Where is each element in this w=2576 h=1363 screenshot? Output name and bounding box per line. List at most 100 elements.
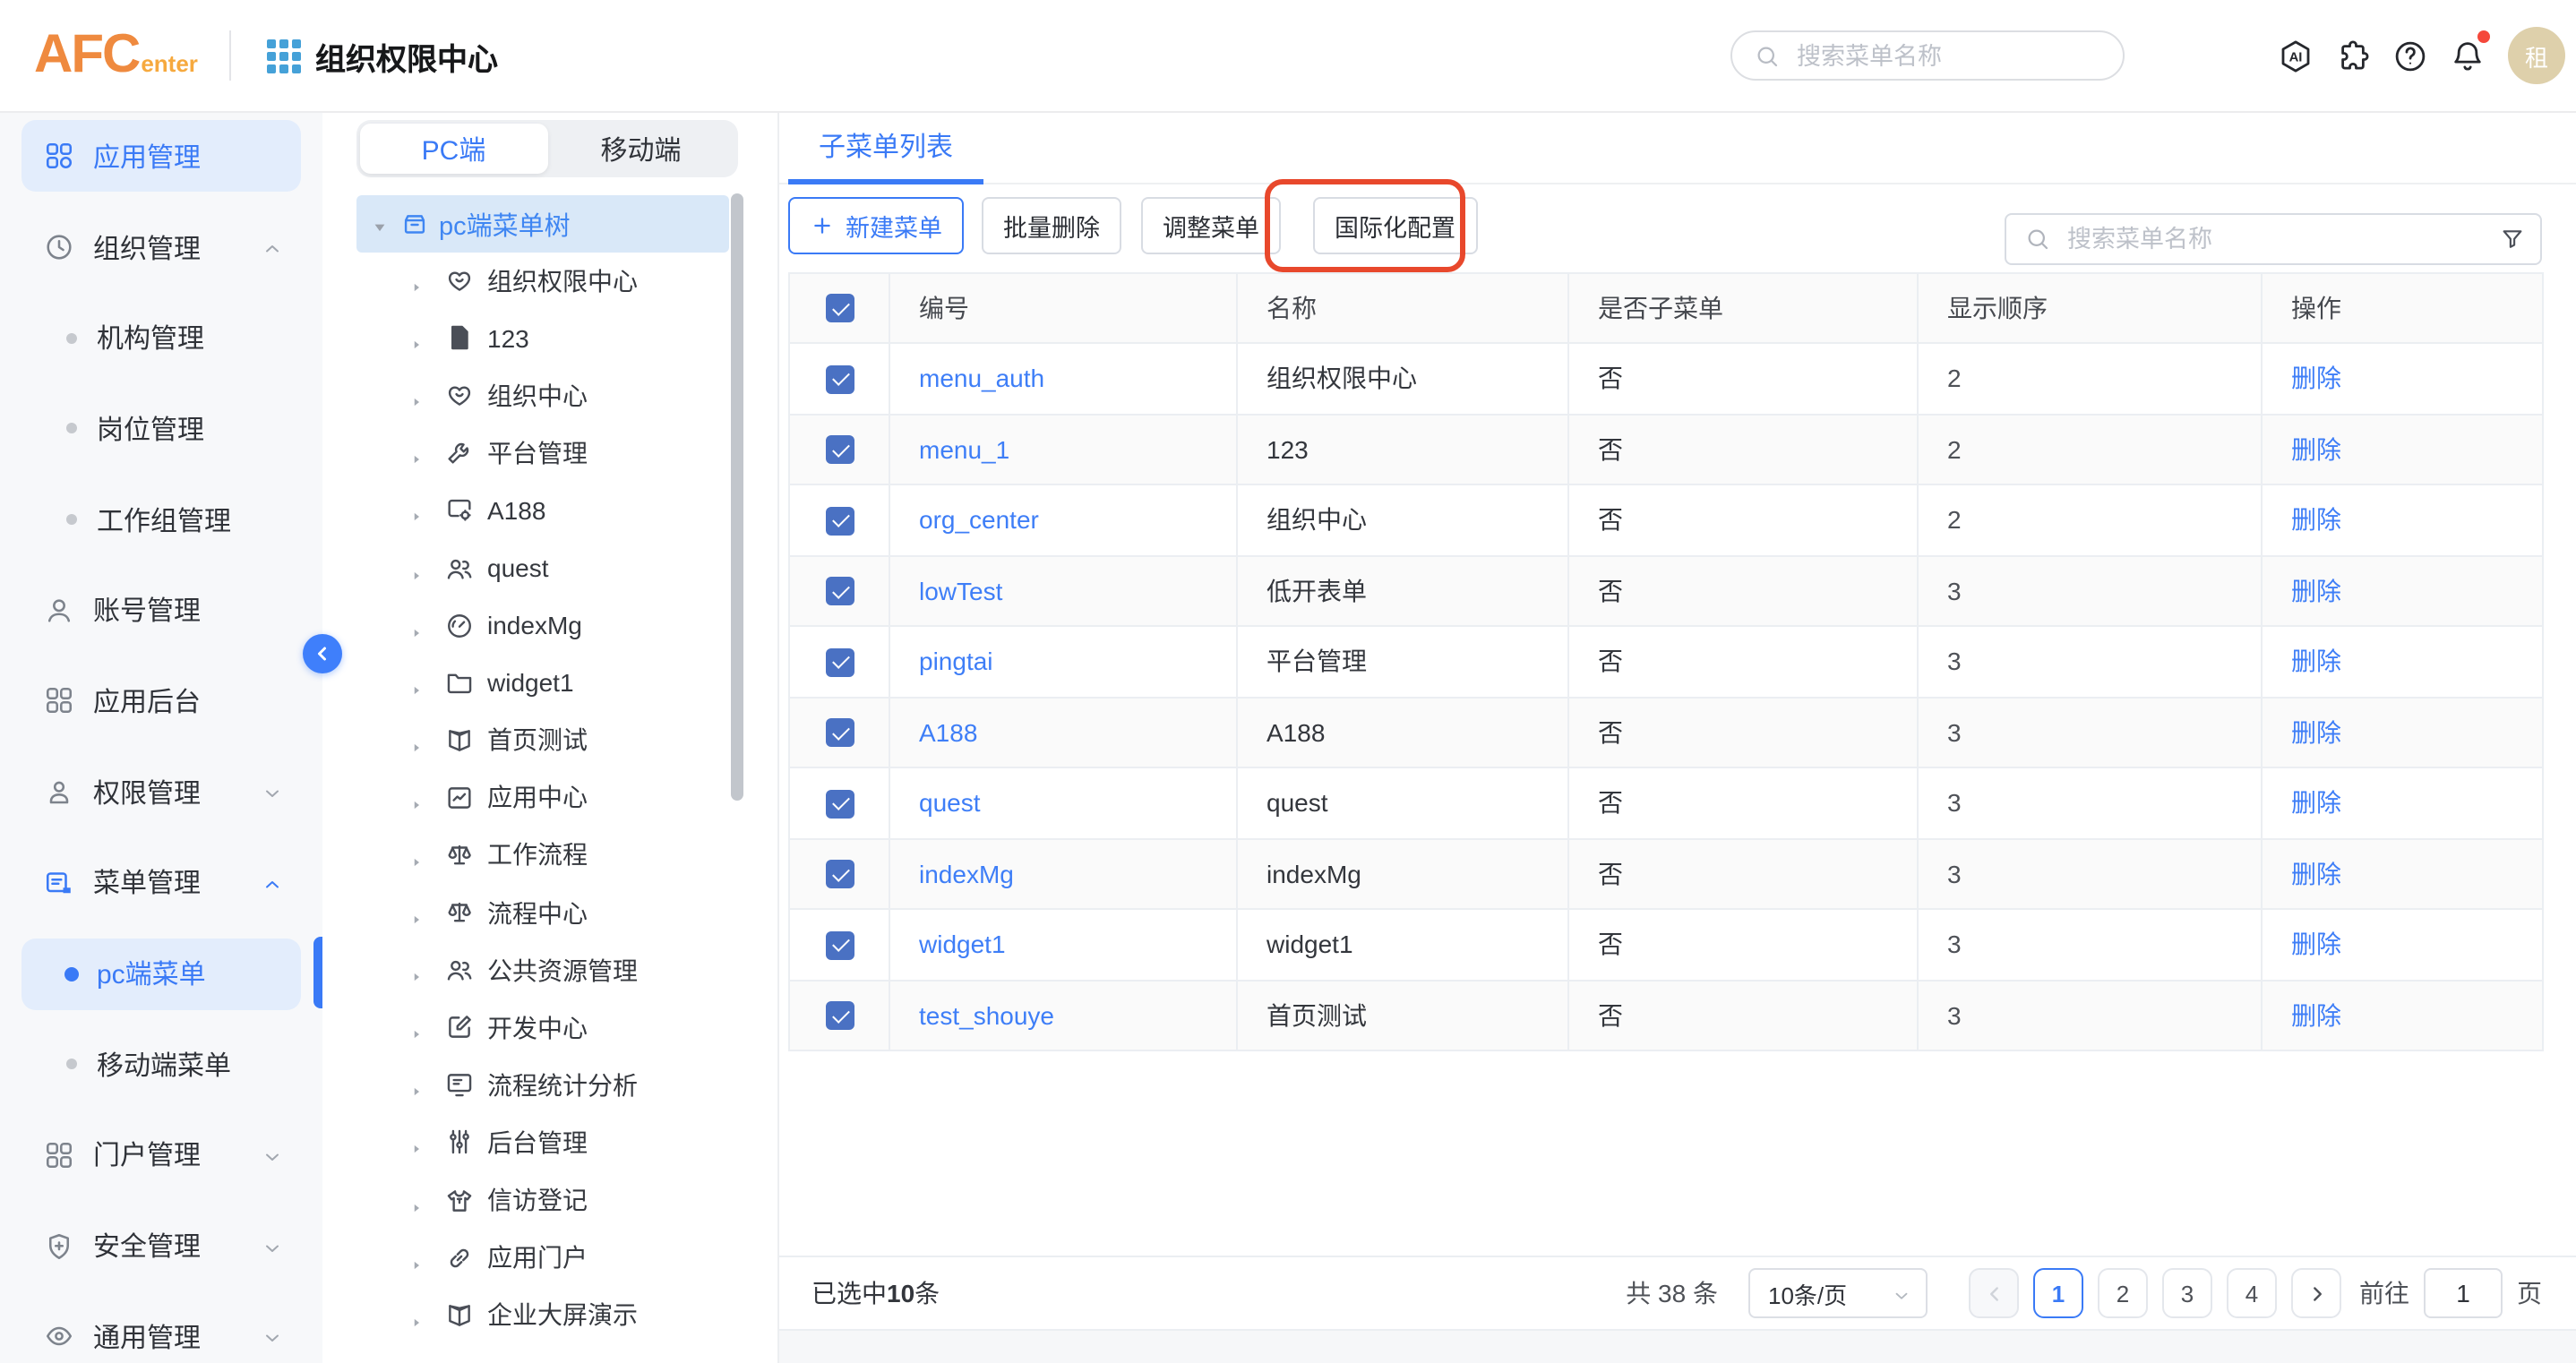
sidebar-item-安全管理[interactable]: 安全管理 [21, 1210, 301, 1282]
tree-item-流程中心[interactable]: 流程中心 [322, 884, 777, 941]
caret-down-icon[interactable] [371, 215, 389, 233]
page-button-4[interactable]: 4 [2227, 1268, 2277, 1318]
code-link[interactable]: A188 [919, 718, 977, 747]
delete-link[interactable]: 删除 [2291, 435, 2341, 464]
tree-item-工作流程[interactable]: 工作流程 [322, 827, 777, 884]
brand-logo[interactable]: AFC enter [34, 16, 198, 95]
delete-link[interactable]: 删除 [2291, 577, 2341, 605]
help-button[interactable] [2391, 37, 2429, 74]
avatar[interactable]: 租 [2508, 27, 2565, 84]
filter-funnel-icon[interactable] [2499, 226, 2526, 253]
tree-item-widget1[interactable]: widget1 [322, 654, 777, 711]
caret-right-icon[interactable] [408, 1249, 425, 1265]
tree-item-123[interactable]: 123 [322, 309, 777, 366]
row-checkbox[interactable] [825, 365, 854, 394]
tree-scrollbar[interactable] [731, 193, 743, 801]
row-checkbox[interactable] [825, 790, 854, 819]
global-search-input[interactable] [1793, 40, 2101, 71]
code-link[interactable]: indexMg [919, 860, 1014, 888]
tree-item-indexMg[interactable]: indexMg [322, 596, 777, 654]
delete-link[interactable]: 删除 [2291, 1001, 2341, 1030]
tree-item-信访登记[interactable]: 信访登记 [322, 1171, 777, 1229]
row-checkbox[interactable] [825, 578, 854, 606]
delete-link[interactable]: 删除 [2291, 364, 2341, 393]
toolbar-button-新建菜单[interactable]: 新建菜单 [788, 197, 964, 254]
chevron-up-icon[interactable] [262, 236, 283, 258]
tree-item-组织中心[interactable]: 组织中心 [322, 366, 777, 424]
caret-right-icon[interactable] [408, 1020, 425, 1036]
sidebar-item-权限管理[interactable]: 权限管理 [21, 756, 301, 827]
chevron-down-icon[interactable] [262, 1235, 283, 1256]
sidebar-collapse-button[interactable] [303, 634, 342, 673]
plugin-button[interactable] [2334, 37, 2372, 74]
code-link[interactable]: org_center [919, 506, 1039, 535]
row-checkbox[interactable] [825, 931, 854, 960]
tree-item-企业大屏演示[interactable]: 企业大屏演示 [322, 1286, 777, 1343]
caret-right-icon[interactable] [408, 790, 425, 806]
sidebar-item-pc端菜单[interactable]: pc端菜单 [21, 938, 301, 1009]
prev-page-button[interactable] [1969, 1268, 2019, 1318]
table-search[interactable] [2005, 213, 2542, 265]
row-checkbox[interactable] [825, 861, 854, 889]
tree-item-quest[interactable]: quest [322, 539, 777, 596]
select-all-checkbox[interactable] [825, 295, 854, 323]
code-link[interactable]: widget1 [919, 930, 1006, 959]
caret-right-icon[interactable] [408, 560, 425, 576]
caret-right-icon[interactable] [408, 1192, 425, 1208]
delete-link[interactable]: 删除 [2291, 860, 2341, 888]
tab-submenu-list[interactable]: 子菜单列表 [788, 111, 983, 184]
sidebar-item-应用后台[interactable]: 应用后台 [21, 665, 301, 737]
chevron-down-icon[interactable] [262, 1326, 283, 1348]
code-link[interactable]: lowTest [919, 577, 1002, 605]
tree-item-组织权限中心[interactable]: 组织权限中心 [322, 252, 777, 309]
platform-tab-PC端[interactable]: PC端 [360, 124, 547, 174]
sidebar-item-工作组管理[interactable]: 工作组管理 [21, 484, 301, 555]
tree-root-node[interactable]: pc端菜单树 [356, 195, 729, 253]
row-checkbox[interactable] [825, 719, 854, 748]
row-checkbox[interactable] [825, 436, 854, 465]
tree-item-流程统计分析[interactable]: 流程统计分析 [322, 1057, 777, 1114]
global-search[interactable] [1730, 30, 2125, 81]
ai-button[interactable]: AI [2277, 37, 2314, 74]
chevron-up-icon[interactable] [262, 872, 283, 894]
caret-right-icon[interactable] [408, 272, 425, 288]
tree-item-后台管理[interactable]: 后台管理 [322, 1114, 777, 1171]
sidebar-item-组织管理[interactable]: 组织管理 [21, 211, 301, 283]
table-search-input[interactable] [2064, 224, 2490, 254]
tree-item-首页测试[interactable]: 首页测试 [322, 712, 777, 769]
sidebar-item-菜单管理[interactable]: 菜单管理 [21, 847, 301, 919]
code-link[interactable]: quest [919, 789, 981, 818]
caret-right-icon[interactable] [408, 502, 425, 519]
chevron-down-icon[interactable] [262, 781, 283, 802]
sidebar-item-应用管理[interactable]: 应用管理 [21, 121, 301, 193]
code-link[interactable]: menu_auth [919, 364, 1044, 393]
caret-right-icon[interactable] [408, 387, 425, 403]
tree-item-平台管理[interactable]: 平台管理 [322, 424, 777, 482]
sidebar-item-门户管理[interactable]: 门户管理 [21, 1119, 301, 1191]
page-button-1[interactable]: 1 [2033, 1268, 2083, 1318]
tree-item-应用门户[interactable]: 应用门户 [322, 1229, 777, 1286]
tree-item-A188[interactable]: A188 [322, 482, 777, 539]
tree-item-公共资源管理[interactable]: 公共资源管理 [322, 941, 777, 999]
caret-right-icon[interactable] [408, 674, 425, 690]
toolbar-button-国际化配置[interactable]: 国际化配置 [1313, 197, 1477, 254]
code-link[interactable]: pingtai [919, 647, 993, 676]
delete-link[interactable]: 删除 [2291, 647, 2341, 676]
platform-tab-移动端[interactable]: 移动端 [547, 124, 734, 174]
tree-item-应用中心[interactable]: 应用中心 [322, 769, 777, 827]
row-checkbox[interactable] [825, 507, 854, 536]
delete-link[interactable]: 删除 [2291, 930, 2341, 959]
row-checkbox[interactable] [825, 1002, 854, 1031]
row-checkbox[interactable] [825, 648, 854, 677]
delete-link[interactable]: 删除 [2291, 506, 2341, 535]
code-link[interactable]: test_shouye [919, 1001, 1054, 1030]
caret-right-icon[interactable] [408, 962, 425, 978]
caret-right-icon[interactable] [408, 445, 425, 461]
sidebar-item-机构管理[interactable]: 机构管理 [21, 302, 301, 373]
caret-right-icon[interactable] [408, 617, 425, 633]
delete-link[interactable]: 删除 [2291, 718, 2341, 747]
sidebar-item-移动端菜单[interactable]: 移动端菜单 [21, 1028, 301, 1100]
tree-item-开发中心[interactable]: 开发中心 [322, 999, 777, 1056]
caret-right-icon[interactable] [408, 1135, 425, 1151]
page-size-select[interactable]: 10条/页 [1748, 1268, 1928, 1318]
